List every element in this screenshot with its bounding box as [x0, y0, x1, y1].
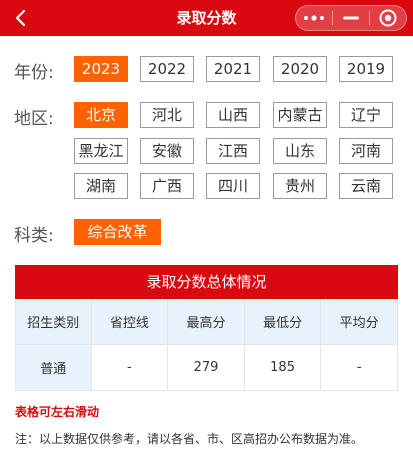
region-option-guangxi[interactable]: 广西	[140, 173, 194, 199]
region-option-beijing[interactable]: 北京	[74, 102, 128, 128]
region-option-heilongjiang[interactable]: 黑龙江	[74, 138, 128, 164]
disclaimer-note: 注：以上数据仅供参考，请以各省、市、区高招办公布数据为准。	[15, 432, 364, 446]
nav-header: 录取分数	[0, 0, 413, 36]
back-button[interactable]	[8, 5, 34, 31]
more-button[interactable]	[296, 6, 332, 30]
year-option-2022[interactable]: 2022	[140, 56, 194, 82]
more-dots-icon	[304, 15, 324, 21]
table-header-cell: 省控线	[91, 299, 169, 345]
table-cell: 普通	[15, 345, 92, 391]
table-cell: -	[91, 345, 169, 391]
region-option-liaoning[interactable]: 辽宁	[339, 102, 393, 128]
table-row: 普通 - 279 185 -	[15, 345, 398, 392]
region-option-yunnan[interactable]: 云南	[339, 173, 393, 199]
region-option-hebei[interactable]: 河北	[140, 102, 194, 128]
table-cell: 185	[244, 345, 322, 391]
subject-option-zonghe[interactable]: 综合改革	[74, 219, 161, 245]
swipe-hint: 表格可左右滑动	[15, 405, 100, 419]
region-option-sichuan[interactable]: 四川	[206, 173, 260, 199]
close-button[interactable]	[370, 6, 406, 30]
year-label: 年份:	[14, 63, 54, 83]
chevron-left-icon	[15, 9, 26, 27]
region-option-neimenggu[interactable]: 内蒙古	[273, 102, 327, 128]
table-header-row: 招生类别 省控线 最高分 最低分 平均分	[15, 299, 398, 345]
year-option-2021[interactable]: 2021	[206, 56, 260, 82]
region-option-shandong[interactable]: 山东	[273, 138, 327, 164]
table-header-cell: 最高分	[168, 299, 245, 345]
table-cell: 279	[168, 345, 245, 391]
table-cell: -	[321, 345, 398, 391]
region-option-hunan[interactable]: 湖南	[74, 173, 128, 199]
miniprogram-capsule	[295, 5, 407, 31]
region-option-shanxi[interactable]: 山西	[206, 102, 260, 128]
subject-label: 科类:	[14, 226, 54, 246]
table-title: 录取分数总体情况	[15, 265, 398, 299]
region-option-henan[interactable]: 河南	[339, 138, 393, 164]
close-target-icon	[379, 9, 397, 27]
region-label: 地区:	[14, 109, 54, 129]
table-header-cell: 最低分	[244, 299, 322, 345]
table-header-cell: 招生类别	[15, 299, 92, 345]
region-option-jiangxi[interactable]: 江西	[206, 138, 260, 164]
year-option-2023[interactable]: 2023	[74, 56, 128, 82]
minimize-icon	[343, 16, 359, 20]
region-option-anhui[interactable]: 安徽	[140, 138, 194, 164]
table-header-cell: 平均分	[321, 299, 398, 345]
score-table[interactable]: 录取分数总体情况 招生类别 省控线 最高分 最低分 平均分 普通 - 279 1…	[15, 265, 398, 392]
minimize-button[interactable]	[333, 6, 369, 30]
region-option-guizhou[interactable]: 贵州	[273, 173, 327, 199]
year-option-2019[interactable]: 2019	[339, 56, 393, 82]
year-option-2020[interactable]: 2020	[273, 56, 327, 82]
